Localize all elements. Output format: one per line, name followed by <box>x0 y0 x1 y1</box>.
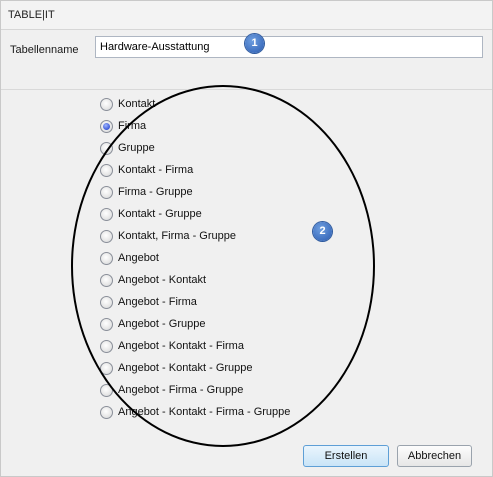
radio-button-icon[interactable] <box>100 405 113 419</box>
radio-button-icon[interactable] <box>100 251 113 265</box>
radio-button-icon[interactable] <box>100 339 113 353</box>
radio-option-kontakt-gruppe[interactable]: Kontakt - Gruppe <box>100 205 300 223</box>
radio-button-icon[interactable] <box>100 317 113 331</box>
section-divider <box>1 89 492 90</box>
radio-option-kontakt[interactable]: Kontakt <box>100 95 300 113</box>
radio-option-label: Angebot - Kontakt - Firma - Gruppe <box>118 406 291 418</box>
radio-option-angebot-kontakt-gruppe[interactable]: Angebot - Kontakt - Gruppe <box>100 359 300 377</box>
radio-button-icon[interactable] <box>100 141 113 155</box>
radio-button-icon[interactable] <box>100 97 113 111</box>
radio-option-label: Angebot - Kontakt <box>118 274 207 286</box>
radio-button-icon[interactable] <box>100 295 113 309</box>
callout-badge-1: 1 <box>245 34 264 53</box>
radio-button-icon[interactable] <box>100 383 113 397</box>
table-name-input[interactable] <box>95 36 483 58</box>
title-bar: TABLE|IT <box>1 1 492 30</box>
radio-option-label: Angebot <box>118 252 159 264</box>
radio-button-icon[interactable] <box>100 361 113 375</box>
dialog-window: TABLE|IT Tabellenname Kontakt Firma Grup… <box>0 0 493 477</box>
radio-option-label: Firma <box>118 120 147 132</box>
radio-option-label: Angebot - Firma <box>118 296 197 308</box>
radio-button-icon[interactable] <box>100 229 113 243</box>
radio-option-firma-gruppe[interactable]: Firma - Gruppe <box>100 183 300 201</box>
radio-option-label: Gruppe <box>118 142 155 154</box>
table-name-label: Tabellenname <box>10 44 79 56</box>
radio-option-angebot-kontakt-firma[interactable]: Angebot - Kontakt - Firma <box>100 337 300 355</box>
radio-option-gruppe[interactable]: Gruppe <box>100 139 300 157</box>
radio-option-label: Kontakt - Firma <box>118 164 194 176</box>
radio-option-label: Angebot - Firma - Gruppe <box>118 384 244 396</box>
radio-option-label: Angebot - Kontakt - Gruppe <box>118 362 253 374</box>
radio-option-angebot-kontakt[interactable]: Angebot - Kontakt <box>100 271 300 289</box>
cancel-button[interactable]: Abbrechen <box>397 445 472 467</box>
callout-badge-2: 2 <box>313 222 332 241</box>
radio-option-label: Kontakt, Firma - Gruppe <box>118 230 236 242</box>
radio-option-label: Kontakt - Gruppe <box>118 208 202 220</box>
radio-option-angebot-kontakt-firma-gruppe[interactable]: Angebot - Kontakt - Firma - Gruppe <box>100 403 300 421</box>
radio-option-angebot-firma-gruppe[interactable]: Angebot - Firma - Gruppe <box>100 381 300 399</box>
radio-option-angebot-firma[interactable]: Angebot - Firma <box>100 293 300 311</box>
radio-option-label: Kontakt <box>118 98 156 110</box>
radio-option-label: Angebot - Gruppe <box>118 318 206 330</box>
radio-button-icon[interactable] <box>100 273 113 287</box>
radio-option-kontakt-firma-gruppe[interactable]: Kontakt, Firma - Gruppe <box>100 227 300 245</box>
radio-option-angebot[interactable]: Angebot <box>100 249 300 267</box>
radio-button-checked-icon[interactable] <box>100 119 113 133</box>
create-button[interactable]: Erstellen <box>303 445 389 467</box>
radio-option-label: Angebot - Kontakt - Firma <box>118 340 244 352</box>
radio-option-angebot-gruppe[interactable]: Angebot - Gruppe <box>100 315 300 333</box>
radio-option-firma[interactable]: Firma <box>100 117 300 135</box>
radio-option-kontakt-firma[interactable]: Kontakt - Firma <box>100 161 300 179</box>
radio-button-icon[interactable] <box>100 163 113 177</box>
radio-button-icon[interactable] <box>100 185 113 199</box>
radio-button-icon[interactable] <box>100 207 113 221</box>
radio-option-label: Firma - Gruppe <box>118 186 193 198</box>
window-title: TABLE|IT <box>8 9 55 21</box>
